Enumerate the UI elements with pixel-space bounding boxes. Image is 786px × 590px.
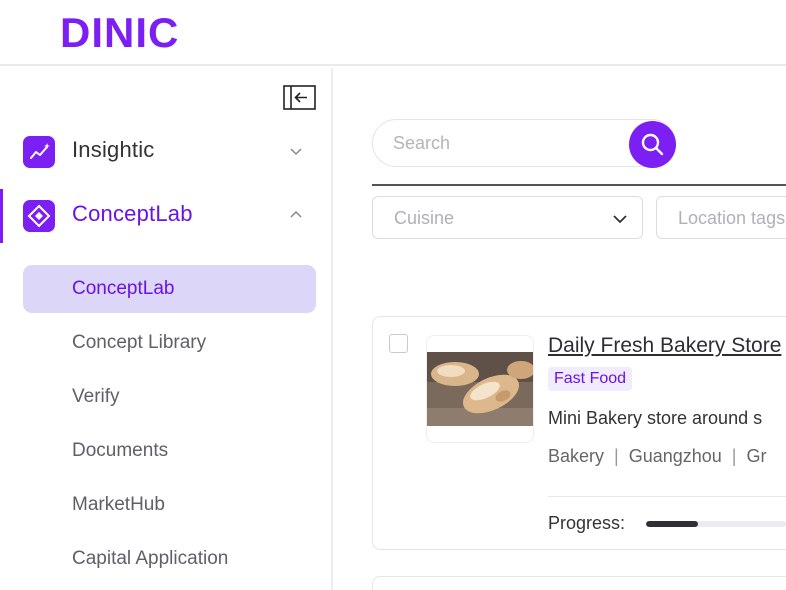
location-placeholder: Location tags <box>678 208 786 228</box>
nav-group-conceptlab[interactable]: ConceptLab <box>0 189 333 243</box>
nav-group-label: ConceptLab <box>72 201 193 226</box>
sidebar-item-label: Documents <box>72 440 169 461</box>
bakery-image-icon <box>427 352 533 426</box>
card-thumbnail <box>426 335 534 443</box>
chevron-down-icon <box>613 215 627 224</box>
sidebar-item-conceptlab[interactable]: ConceptLab <box>23 265 316 313</box>
search-icon <box>641 133 664 156</box>
card-checkbox[interactable] <box>389 334 408 353</box>
sidebar-item-concept-library[interactable]: Concept Library <box>23 319 316 367</box>
search-input[interactable] <box>393 132 613 154</box>
sidebar: Insightic ConceptLab ConceptLab Concept … <box>0 68 333 590</box>
sidebar-item-verify[interactable]: Verify <box>23 373 316 421</box>
search-divider <box>372 184 786 186</box>
sidebar-item-label: ConceptLab <box>72 278 175 299</box>
dinic-logo[interactable]: DINIC <box>60 13 184 53</box>
chevron-up-icon[interactable] <box>288 207 304 223</box>
location-tags-select[interactable]: Location tags <box>656 196 786 239</box>
card-title[interactable]: Daily Fresh Bakery Store <box>548 334 781 358</box>
nav-group-label: Insightic <box>72 137 155 162</box>
meta-category: Bakery <box>548 446 605 466</box>
sidebar-item-capital-application[interactable]: Capital Application <box>23 535 316 583</box>
progress-fill <box>646 521 698 527</box>
meta-separator: | <box>614 446 619 466</box>
meta-extra: Gr <box>746 446 767 466</box>
meta-separator: | <box>731 446 737 466</box>
sidebar-item-documents[interactable]: Documents <box>23 427 316 475</box>
top-bar: DINIC <box>0 0 786 66</box>
meta-city: Guangzhou <box>628 446 722 466</box>
nav-group-insightic[interactable]: Insightic <box>0 125 333 179</box>
sidebar-item-markethub[interactable]: MarketHub <box>23 481 316 529</box>
concept-card[interactable]: Daily Fresh Bakery Store Fast Food Mini … <box>372 316 786 550</box>
collapse-sidebar-icon[interactable] <box>283 85 316 110</box>
sidebar-item-label: MarketHub <box>72 494 165 515</box>
progress-bar <box>646 521 786 527</box>
logo-text: DINIC <box>60 13 179 53</box>
sidebar-item-label: Verify <box>72 386 120 407</box>
main-content: Cuisine Location tags Daily Fresh Bakery… <box>335 68 786 590</box>
concept-card[interactable] <box>372 576 786 590</box>
diamond-icon <box>23 200 55 232</box>
trend-chart-icon <box>23 136 55 168</box>
chevron-down-icon[interactable] <box>288 143 304 159</box>
search-button[interactable] <box>629 121 676 168</box>
cuisine-select[interactable]: Cuisine <box>372 196 643 239</box>
cuisine-placeholder: Cuisine <box>394 208 455 228</box>
sidebar-item-label: Capital Application <box>72 548 229 569</box>
sidebar-item-label: Concept Library <box>72 332 207 353</box>
card-meta: Bakery | Guangzhou | Gr <box>548 446 766 467</box>
cuisine-tag: Fast Food <box>548 367 633 391</box>
card-description: Mini Bakery store around s <box>548 408 763 428</box>
progress-label: Progress: <box>548 513 626 533</box>
card-divider <box>548 496 786 497</box>
